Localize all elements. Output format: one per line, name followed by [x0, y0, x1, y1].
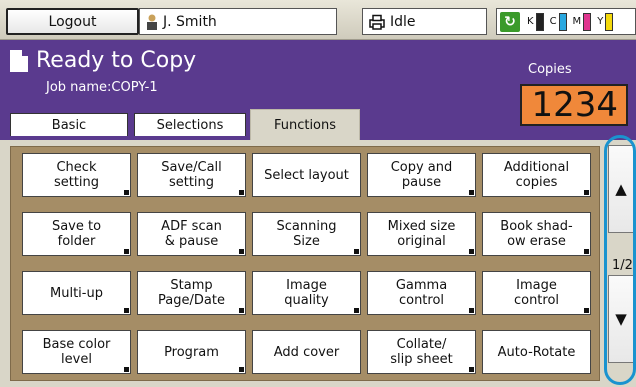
- function-label: Multi-up: [50, 285, 103, 301]
- tab-selections[interactable]: Selections: [134, 113, 246, 136]
- tab-basic[interactable]: Basic: [10, 113, 128, 136]
- function-label: Image quality: [284, 278, 329, 308]
- collate-slip-sheet-button[interactable]: Collate/ slip sheet: [367, 330, 476, 374]
- select-layout-button[interactable]: Select layout: [252, 153, 361, 197]
- user-icon: [146, 14, 158, 30]
- submenu-corner-icon: [584, 308, 589, 313]
- ink-level-bar: [605, 12, 614, 31]
- user-box: J. Smith: [139, 8, 337, 35]
- image-quality-button[interactable]: Image quality: [252, 271, 361, 315]
- function-label: Base color level: [42, 337, 111, 367]
- ink-levels: ↻ K C M Y: [496, 8, 636, 35]
- copy-and-pause-button[interactable]: Copy and pause: [367, 153, 476, 197]
- ink-level-bar: [535, 12, 544, 31]
- ink-c: C: [550, 12, 567, 31]
- submenu-corner-icon: [469, 367, 474, 372]
- function-label: Stamp Page/Date: [158, 278, 225, 308]
- copies-count[interactable]: 1234: [520, 84, 628, 126]
- printer-icon: [369, 14, 385, 30]
- title-row: Ready to Copy: [10, 48, 196, 73]
- logout-button[interactable]: Logout: [6, 8, 139, 35]
- function-label: Program: [164, 344, 219, 360]
- function-label: Book shad- ow erase: [500, 219, 573, 249]
- submenu-corner-icon: [124, 308, 129, 313]
- submenu-corner-icon: [239, 190, 244, 195]
- submenu-corner-icon: [124, 249, 129, 254]
- function-label: Scanning Size: [276, 219, 337, 249]
- function-label: Copy and pause: [390, 160, 453, 190]
- save-call-setting-button[interactable]: Save/Call setting: [137, 153, 246, 197]
- function-label: Additional copies: [503, 160, 570, 190]
- submenu-corner-icon: [124, 190, 129, 195]
- save-to-folder-button[interactable]: Save to folder: [22, 212, 131, 256]
- function-label: Mixed size original: [387, 219, 456, 249]
- job-name: Job name:COPY-1: [46, 80, 158, 95]
- ink-k: K: [527, 12, 544, 31]
- function-label: Gamma control: [395, 278, 448, 308]
- check-setting-button[interactable]: Check setting: [22, 153, 131, 197]
- program-button[interactable]: Program: [137, 330, 246, 374]
- multi-up-button[interactable]: Multi-up: [22, 271, 131, 315]
- ink-m: M: [573, 12, 592, 31]
- tab-functions[interactable]: Functions: [250, 109, 360, 140]
- book-shadow-erase-button[interactable]: Book shad- ow erase: [482, 212, 591, 256]
- base-color-level-button[interactable]: Base color level: [22, 330, 131, 374]
- additional-copies-button[interactable]: Additional copies: [482, 153, 591, 197]
- scroll-highlight-ring: [604, 135, 636, 385]
- page-title: Ready to Copy: [36, 48, 197, 73]
- gamma-control-button[interactable]: Gamma control: [367, 271, 476, 315]
- submenu-corner-icon: [354, 249, 359, 254]
- submenu-corner-icon: [469, 249, 474, 254]
- scanning-size-button[interactable]: Scanning Size: [252, 212, 361, 256]
- function-label: Auto-Rotate: [497, 344, 576, 360]
- function-label: Image control: [513, 278, 560, 308]
- copies-label: Copies: [528, 62, 572, 77]
- function-label: Add cover: [273, 344, 340, 360]
- submenu-corner-icon: [469, 308, 474, 313]
- function-label: Check setting: [53, 160, 100, 190]
- ink-y: Y: [597, 12, 614, 31]
- ink-level-bar: [558, 12, 567, 31]
- function-label: Collate/ slip sheet: [390, 337, 453, 367]
- submenu-corner-icon: [584, 249, 589, 254]
- adf-scan-pause-button[interactable]: ADF scan & pause: [137, 212, 246, 256]
- submenu-corner-icon: [239, 308, 244, 313]
- function-label: Save to folder: [51, 219, 102, 249]
- machine-status: Idle: [362, 8, 487, 35]
- add-cover-button[interactable]: Add cover: [252, 330, 361, 374]
- user-name: J. Smith: [163, 13, 217, 30]
- submenu-corner-icon: [584, 190, 589, 195]
- submenu-corner-icon: [239, 249, 244, 254]
- auto-rotate-button[interactable]: Auto-Rotate: [482, 330, 591, 374]
- submenu-corner-icon: [354, 308, 359, 313]
- function-label: Select layout: [264, 167, 349, 183]
- refresh-icon[interactable]: ↻: [500, 11, 520, 32]
- status-text: Idle: [390, 13, 416, 30]
- mixed-size-original-button[interactable]: Mixed size original: [367, 212, 476, 256]
- status-bar: Logout J. Smith Idle ↻ K C M Y: [0, 0, 636, 40]
- submenu-corner-icon: [469, 190, 474, 195]
- submenu-corner-icon: [239, 367, 244, 372]
- image-control-button[interactable]: Image control: [482, 271, 591, 315]
- function-label: ADF scan & pause: [161, 219, 222, 249]
- function-label: Save/Call setting: [161, 160, 222, 190]
- copy-document-icon: [10, 49, 28, 72]
- submenu-corner-icon: [124, 367, 129, 372]
- stamp-page-date-button[interactable]: Stamp Page/Date: [137, 271, 246, 315]
- ink-level-bar: [583, 12, 592, 31]
